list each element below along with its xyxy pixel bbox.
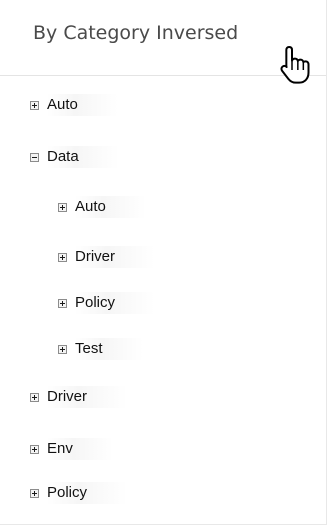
tree-item-driver[interactable]: Driver <box>30 386 127 408</box>
expand-plus-icon[interactable] <box>58 344 67 354</box>
tree-item-env[interactable]: Env <box>30 438 113 460</box>
tree-item-data-driver[interactable]: Driver <box>58 246 155 268</box>
tree-item-data-test[interactable]: Test <box>58 338 143 360</box>
category-panel: By Category Inversed Auto Data Auto Driv… <box>0 0 327 525</box>
tree-item-label: Auto <box>75 196 146 218</box>
tree-item-data-auto[interactable]: Auto <box>58 196 146 218</box>
tree-item-label: Driver <box>47 386 127 408</box>
tree-item-auto[interactable]: Auto <box>30 94 118 116</box>
tree-item-label: Auto <box>47 94 118 116</box>
tree-item-data-policy[interactable]: Policy <box>58 292 156 314</box>
expand-plus-icon[interactable] <box>58 252 67 262</box>
hand-pointer-icon <box>280 46 310 84</box>
tree-item-label: Policy <box>47 482 128 504</box>
tree-item-label: Test <box>75 338 143 360</box>
expand-plus-icon[interactable] <box>58 298 67 308</box>
tree-item-data[interactable]: Data <box>30 146 119 168</box>
tree-item-policy[interactable]: Policy <box>30 482 128 504</box>
expand-plus-icon[interactable] <box>30 444 39 454</box>
collapse-minus-icon[interactable] <box>30 152 39 162</box>
tree-item-label: Policy <box>75 292 156 314</box>
expand-plus-icon[interactable] <box>30 488 39 498</box>
panel-header[interactable]: By Category Inversed <box>0 0 326 84</box>
tree-item-label: Data <box>47 146 119 168</box>
expand-plus-icon[interactable] <box>58 202 67 212</box>
expand-plus-icon[interactable] <box>30 392 39 402</box>
tree-item-label: Driver <box>75 246 155 268</box>
panel-title[interactable]: By Category Inversed <box>33 22 238 44</box>
expand-plus-icon[interactable] <box>30 100 39 110</box>
tree-item-label: Env <box>47 438 113 460</box>
